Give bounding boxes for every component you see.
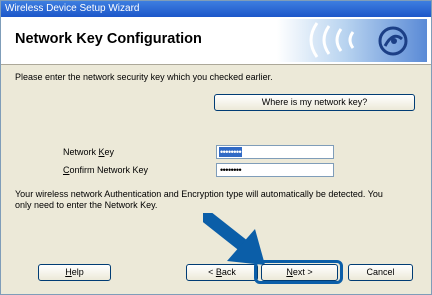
wireless-signal-icon (277, 19, 427, 62)
next-button-highlight (254, 260, 343, 284)
page-title: Network Key Configuration (15, 31, 202, 47)
window-title: Wireless Device Setup Wizard (5, 3, 140, 14)
help-button[interactable]: Help (38, 264, 111, 281)
network-key-value: •••••••• (219, 147, 243, 157)
where-is-my-network-key-button[interactable]: Where is my network key? (214, 94, 415, 111)
back-button[interactable]: < Back (186, 264, 258, 281)
confirm-network-key-label: Confirm Network Key (63, 165, 149, 175)
wizard-header: Network Key Configuration (1, 17, 431, 65)
cancel-button[interactable]: Cancel (348, 264, 413, 281)
confirm-network-key-value: •••••••• (220, 165, 242, 175)
network-key-field[interactable]: •••••••• (216, 145, 334, 159)
wizard-window: Wireless Device Setup Wizard Network Key… (0, 0, 432, 295)
network-key-label: Network Key (63, 147, 115, 157)
title-bar: Wireless Device Setup Wizard (1, 1, 431, 17)
info-text: Your wireless network Authentication and… (15, 189, 383, 210)
confirm-network-key-field[interactable]: •••••••• (216, 163, 334, 177)
instructions-text: Please enter the network security key wh… (15, 72, 273, 82)
